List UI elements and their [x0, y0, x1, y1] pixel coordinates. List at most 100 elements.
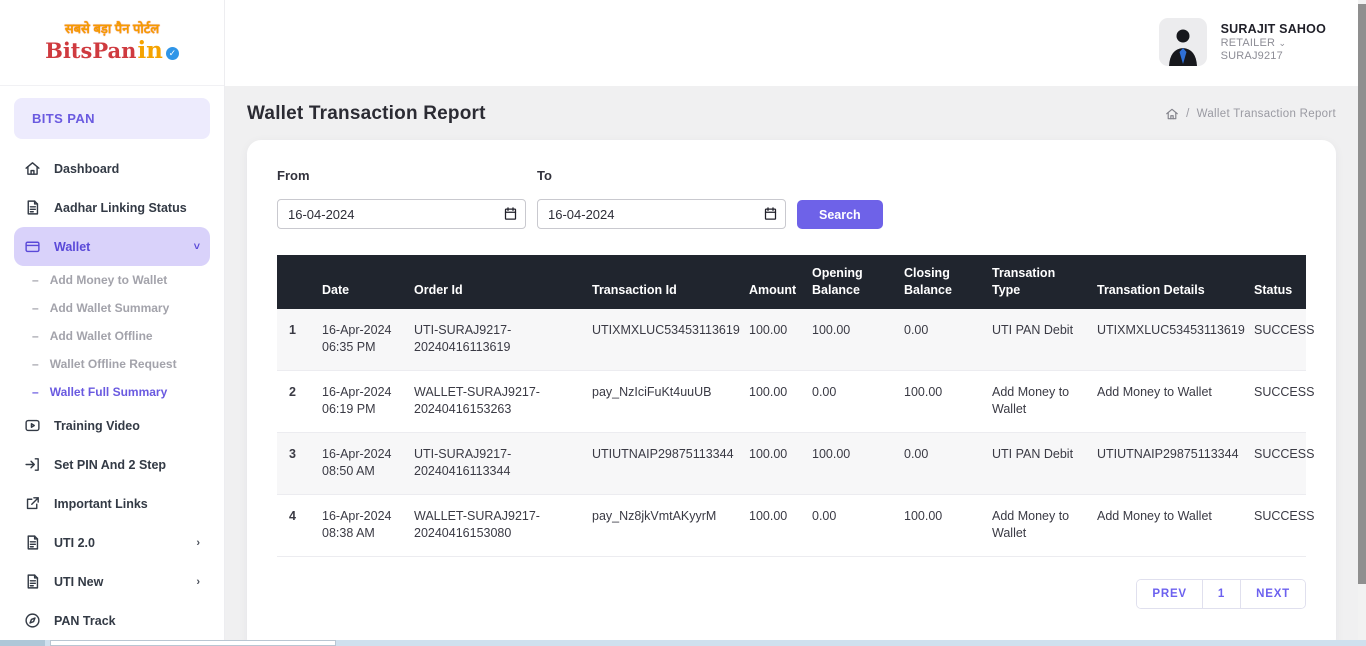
- cell-opening-balance: 100.00: [804, 432, 896, 495]
- sidebar-subitem-wallet-offline-request[interactable]: – Wallet Offline Request: [14, 350, 210, 378]
- sidebar-item-label: Set PIN And 2 Step: [54, 457, 167, 472]
- chevron-down-icon: ⌄: [1278, 38, 1287, 48]
- col-header-sno: [277, 255, 314, 309]
- cell-sno: 2: [277, 370, 314, 433]
- from-date-input[interactable]: [277, 199, 526, 229]
- cell-transaction-id: pay_NzIciFuKt4uuUB: [584, 370, 741, 433]
- cell-order-id: UTI-SURAJ9217-20240416113344: [406, 432, 584, 495]
- cell-sno: 1: [277, 308, 314, 371]
- cell-date: 16-Apr-2024 08:38 AM: [314, 494, 406, 557]
- table-row: 4 16-Apr-2024 08:38 AM WALLET-SURAJ9217-…: [277, 494, 1314, 557]
- breadcrumb: / Wallet Transaction Report: [1165, 107, 1336, 121]
- cell-transation-type: UTI PAN Debit: [984, 432, 1089, 495]
- sidebar-item-dashboard[interactable]: Dashboard: [14, 149, 210, 188]
- cell-date: 16-Apr-2024 06:35 PM: [314, 308, 406, 371]
- logo-brand-text: BitsPan: [45, 37, 137, 63]
- document-icon: [27, 535, 39, 550]
- cell-date: 16-Apr-2024 06:19 PM: [314, 370, 406, 433]
- sidebar-item-label: Training Video: [54, 418, 140, 433]
- sidebar-subitem-wallet-full-summary[interactable]: – Wallet Full Summary: [14, 378, 210, 406]
- cell-transaction-id: UTIUTNAIP29875113344: [584, 432, 741, 495]
- status-badge: SUCCESS: [1246, 494, 1314, 557]
- status-badge: SUCCESS: [1246, 432, 1314, 495]
- cell-transation-type: Add Money to Wallet: [984, 494, 1089, 557]
- sidebar-item-training-video[interactable]: Training Video: [14, 406, 210, 445]
- sidebar-item-label: PAN Track: [54, 613, 116, 628]
- home-icon: [25, 162, 40, 175]
- cell-order-id: WALLET-SURAJ9217-20240416153080: [406, 494, 584, 557]
- sidebar-item-uti-2-0[interactable]: UTI 2.0 ›: [14, 523, 210, 562]
- status-badge: SUCCESS: [1246, 370, 1314, 433]
- calendar-icon[interactable]: [503, 206, 518, 221]
- logo-tagline: सबसे बड़ा पैन पोर्टल: [64, 21, 160, 37]
- cell-opening-balance: 100.00: [804, 308, 896, 371]
- page-header: Wallet Transaction Report / Wallet Trans…: [225, 86, 1366, 136]
- video-icon: [25, 419, 40, 432]
- dash-icon: –: [32, 329, 39, 343]
- dash-icon: –: [32, 357, 39, 371]
- dash-icon: –: [32, 273, 39, 287]
- sidebar-subitem-add-wallet-summary[interactable]: – Add Wallet Summary: [14, 294, 210, 322]
- to-label: To: [537, 168, 552, 183]
- main-content: Wallet Transaction Report / Wallet Trans…: [225, 86, 1366, 646]
- sidebar: सबसे बड़ा पैन पोर्टल BitsPan in ✓ BITS PA…: [0, 0, 225, 646]
- sidebar-item-uti-new[interactable]: UTI New ›: [14, 562, 210, 601]
- pagination: PREV 1 NEXT: [277, 578, 1306, 609]
- sidebar-item-aadhar-linking-status[interactable]: Aadhar Linking Status: [14, 188, 210, 227]
- table-row: 3 16-Apr-2024 08:50 AM UTI-SURAJ9217-202…: [277, 432, 1314, 495]
- table-header: Date Order Id Transaction Id Amount Open…: [277, 255, 1306, 309]
- cell-amount: 100.00: [741, 370, 804, 433]
- user-role[interactable]: RETAILER ⌄: [1221, 37, 1326, 49]
- sidebar-item-label: UTI 2.0: [54, 535, 95, 550]
- document-icon: [27, 574, 39, 589]
- sidebar-subitem-add-wallet-offline[interactable]: – Add Wallet Offline: [14, 322, 210, 350]
- col-header-order-id: Order Id: [406, 255, 584, 309]
- table-row: 1 16-Apr-2024 06:35 PM UTI-SURAJ9217-202…: [277, 308, 1314, 371]
- logo-brand-suffix: in: [137, 36, 163, 64]
- page-number-button[interactable]: 1: [1202, 579, 1242, 608]
- app-logo[interactable]: सबसे बड़ा पैन पोर्टल BitsPan in ✓: [0, 0, 224, 86]
- breadcrumb-separator: /: [1186, 108, 1190, 120]
- cell-amount: 100.00: [741, 308, 804, 371]
- vertical-scrollbar-track[interactable]: [1358, 0, 1366, 640]
- col-header-opening-balance: Opening Balance: [804, 255, 896, 309]
- chevron-down-icon: ˅: [193, 240, 200, 253]
- breadcrumb-current: Wallet Transaction Report: [1196, 108, 1336, 120]
- user-name: SURAJIT SAHOO: [1220, 22, 1326, 36]
- chevron-right-icon: ›: [196, 575, 200, 588]
- sidebar-item-wallet[interactable]: Wallet ˅: [14, 227, 210, 266]
- cell-transaction-id: pay_Nz8jkVmtAKyyrM: [584, 494, 741, 557]
- horizontal-scrollbar-track[interactable]: [0, 640, 1366, 646]
- cell-sno: 4: [277, 494, 314, 557]
- next-page-button[interactable]: NEXT: [1241, 579, 1305, 608]
- login-icon: [25, 458, 39, 471]
- cell-transation-type: Add Money to Wallet: [984, 370, 1089, 433]
- prev-page-button[interactable]: PREV: [1137, 579, 1203, 608]
- col-header-amount: Amount: [741, 255, 804, 309]
- scrollbar-corner: [0, 640, 45, 646]
- user-info: SURAJIT SAHOO RETAILER ⌄ SURAJ9217: [1221, 22, 1326, 62]
- search-button[interactable]: Search: [797, 200, 883, 229]
- transaction-table: Date Order Id Transaction Id Amount Open…: [277, 255, 1314, 557]
- horizontal-scrollbar-thumb[interactable]: [50, 640, 336, 646]
- topbar: SURAJIT SAHOO RETAILER ⌄ SURAJ9217: [225, 0, 1366, 86]
- col-header-date: Date: [314, 255, 406, 309]
- to-date-input[interactable]: [537, 199, 786, 229]
- vertical-scrollbar-thumb[interactable]: [1358, 4, 1366, 584]
- cell-transation-details: Add Money to Wallet: [1089, 494, 1246, 557]
- report-card: From To Search: [247, 140, 1336, 646]
- home-icon[interactable]: [1165, 107, 1179, 121]
- sidebar-item-important-links[interactable]: Important Links: [14, 484, 210, 523]
- sidebar-subitem-add-money-to-wallet[interactable]: – Add Money to Wallet: [14, 266, 210, 294]
- sidebar-item-set-pin-and-2-step[interactable]: Set PIN And 2 Step: [14, 445, 210, 484]
- cell-order-id: WALLET-SURAJ9217-20240416153263: [406, 370, 584, 433]
- calendar-icon[interactable]: [763, 206, 778, 221]
- page-title: Wallet Transaction Report: [247, 103, 486, 124]
- verified-badge-icon: ✓: [165, 46, 179, 60]
- user-menu[interactable]: SURAJIT SAHOO RETAILER ⌄ SURAJ9217: [1158, 18, 1326, 66]
- sidebar-item-pan-track[interactable]: PAN Track: [14, 601, 210, 640]
- cell-amount: 100.00: [741, 432, 804, 495]
- cell-transation-details: UTIXMXLUC53453113619: [1089, 308, 1246, 371]
- cell-opening-balance: 0.00: [804, 494, 896, 557]
- sidebar-subitem-label: Wallet Full Summary: [49, 385, 168, 399]
